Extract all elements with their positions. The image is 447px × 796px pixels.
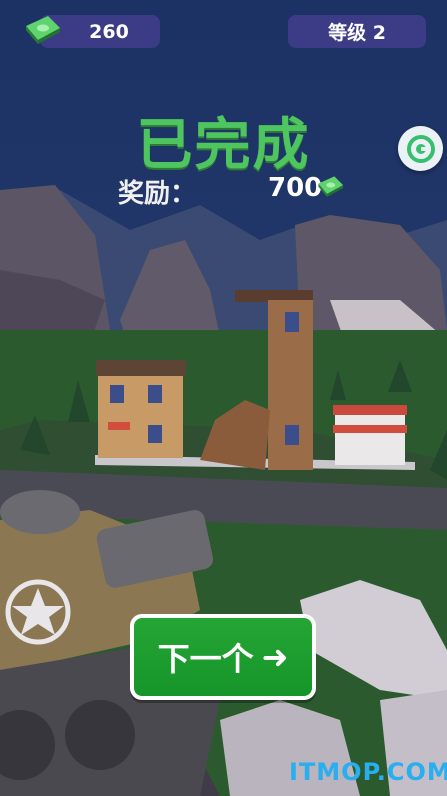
- next-button-label: 下一个: [157, 640, 254, 678]
- level-indicator: 等级 2: [288, 15, 426, 48]
- next-level-button[interactable]: 下一个 ➜: [130, 614, 316, 700]
- level-label: 等级 2: [328, 22, 386, 44]
- arrow-right-icon: ➜: [261, 638, 289, 676]
- cash-stack-icon: [318, 176, 344, 197]
- site-watermark: ITMOP.COM: [289, 758, 447, 786]
- reward-label: 奖励：: [118, 179, 197, 209]
- cash-value: 260: [89, 20, 129, 43]
- cash-stack-icon: [26, 16, 60, 44]
- level-complete-title: 已完成: [136, 113, 311, 178]
